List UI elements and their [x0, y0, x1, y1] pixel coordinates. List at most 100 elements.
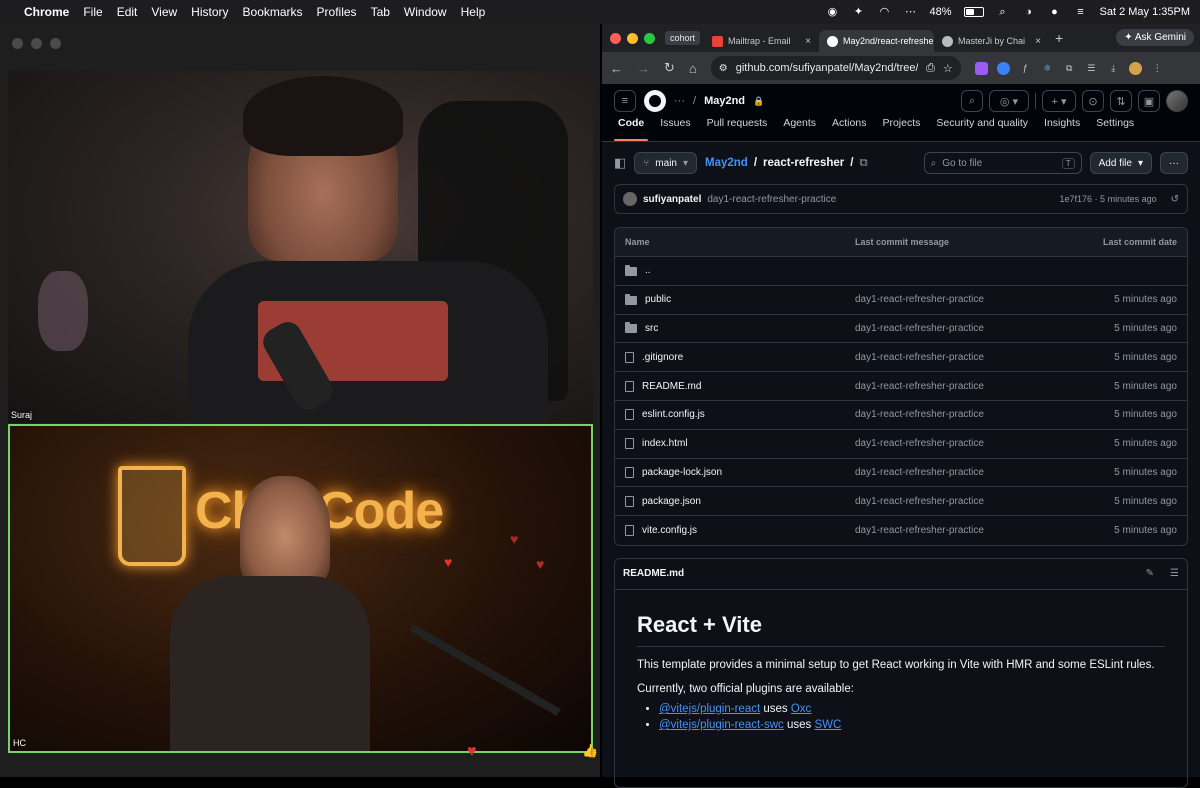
more-menu-icon[interactable]: ⋮: [1151, 62, 1164, 75]
avatar[interactable]: [623, 192, 637, 206]
file-name-link[interactable]: .gitignore: [642, 352, 683, 363]
minimize-window-button[interactable]: [627, 32, 638, 44]
file-name-link[interactable]: vite.config.js: [642, 525, 697, 536]
menu-chrome[interactable]: Chrome: [24, 5, 69, 19]
breadcrumb-overflow-icon[interactable]: ···: [674, 95, 685, 107]
sparkle-icon[interactable]: ✦: [851, 6, 865, 18]
file-commit-message[interactable]: day1-react-refresher-practice: [855, 409, 1067, 420]
tab-group-chip[interactable]: cohort: [665, 31, 701, 45]
menu-tab[interactable]: Tab: [371, 5, 390, 19]
control-center-icon[interactable]: ≡: [1074, 6, 1088, 18]
table-row[interactable]: public day1-react-refresher-practice 5 min…: [615, 286, 1187, 315]
table-row-parent-dir[interactable]: ..: [615, 257, 1187, 286]
close-tab-icon[interactable]: ×: [1035, 36, 1041, 47]
address-bar[interactable]: ⚙ github.com/sufiyanpatel/May2nd/tree/ma…: [710, 56, 961, 80]
install-app-icon[interactable]: ⎙: [926, 62, 935, 75]
forward-icon[interactable]: →: [637, 61, 650, 76]
github-logo-icon[interactable]: [644, 90, 666, 112]
new-tab-icon[interactable]: +: [1055, 30, 1063, 46]
commit-message[interactable]: day1-react-refresher-practice: [707, 194, 836, 205]
menu-edit[interactable]: Edit: [117, 5, 138, 19]
table-row[interactable]: eslint.config.js day1-react-refresher-pra…: [615, 401, 1187, 430]
url-text[interactable]: github.com/sufiyanpatel/May2nd/tree/main…: [736, 62, 918, 74]
reaction-heart-icon[interactable]: ♥: [467, 743, 477, 761]
table-row[interactable]: .gitignore day1-react-refresher-practice 5…: [615, 343, 1187, 373]
file-commit-message[interactable]: day1-react-refresher-practice: [855, 467, 1067, 478]
table-row[interactable]: package.json day1-react-refresher-practic…: [615, 487, 1187, 517]
reading-list-icon[interactable]: ☰: [1085, 62, 1098, 75]
reload-icon[interactable]: ↻: [664, 60, 675, 76]
close-window-button[interactable]: [610, 32, 621, 44]
thumbs-up-reaction-icon[interactable]: 👍: [582, 743, 598, 759]
menu-profiles[interactable]: Profiles: [317, 5, 357, 19]
table-row[interactable]: index.html day1-react-refresher-practice 5…: [615, 430, 1187, 459]
file-commit-message[interactable]: day1-react-refresher-practice: [855, 525, 1067, 536]
file-commit-message[interactable]: day1-react-refresher-practice: [855, 352, 1067, 363]
copilot-icon[interactable]: ◎ ▾: [989, 90, 1029, 112]
file-commit-message[interactable]: day1-react-refresher-practice: [855, 438, 1067, 449]
tab-code[interactable]: Code: [610, 117, 652, 141]
home-icon[interactable]: ⌂: [689, 61, 697, 76]
add-file-button[interactable]: Add file ▾: [1089, 152, 1152, 174]
menu-view[interactable]: View: [151, 5, 177, 19]
zoom-window-button[interactable]: [50, 38, 61, 49]
menu-help[interactable]: Help: [461, 5, 486, 19]
history-icon[interactable]: ↺: [1171, 194, 1179, 205]
menu-file[interactable]: File: [83, 5, 102, 19]
file-name-link[interactable]: package-lock.json: [642, 467, 722, 478]
extensions-puzzle-icon[interactable]: ⧉: [1063, 62, 1076, 75]
profile-avatar-icon[interactable]: [1128, 61, 1142, 75]
go-to-file-input[interactable]: ⌕ Go to file T: [923, 152, 1082, 174]
parent-dir-link[interactable]: ..: [645, 265, 651, 276]
tab-projects[interactable]: Projects: [874, 117, 928, 141]
file-name-link[interactable]: public: [645, 294, 671, 305]
path-repo-link[interactable]: May2nd: [705, 157, 748, 169]
table-row[interactable]: vite.config.js day1-react-refresher-pract…: [615, 516, 1187, 545]
file-name-link[interactable]: src: [645, 323, 658, 334]
participant-tile-suraj[interactable]: Suraj: [8, 71, 593, 423]
react-devtools-icon[interactable]: ⚛: [1041, 62, 1054, 75]
hamburger-menu-icon[interactable]: ≡: [614, 90, 636, 112]
tab-mailtrap[interactable]: Mailtrap - Email ×: [704, 30, 819, 52]
readme-filename[interactable]: README.md: [623, 568, 684, 579]
file-name-link[interactable]: index.html: [642, 438, 688, 449]
tab-agents[interactable]: Agents: [775, 117, 824, 141]
file-commit-message[interactable]: day1-react-refresher-practice: [855, 496, 1067, 507]
outline-list-icon[interactable]: ☰: [1170, 568, 1179, 579]
close-tab-icon[interactable]: ×: [805, 36, 811, 47]
readme-link[interactable]: @vitejs/plugin-react: [659, 703, 760, 715]
extension-blue-icon[interactable]: [996, 61, 1010, 75]
file-name-link[interactable]: package.json: [642, 496, 701, 507]
notifications-icon[interactable]: ▣: [1138, 90, 1160, 112]
repo-name-link[interactable]: May2nd: [704, 95, 745, 107]
spotlight-search-icon[interactable]: ⌕: [996, 6, 1010, 18]
file-commit-message[interactable]: day1-react-refresher-practice: [855, 381, 1067, 392]
file-name-link[interactable]: eslint.config.js: [642, 409, 705, 420]
tab-settings[interactable]: Settings: [1088, 117, 1142, 141]
siri-icon[interactable]: ●: [1048, 6, 1062, 18]
file-commit-message[interactable]: day1-react-refresher-practice: [855, 323, 1067, 334]
tab-issues[interactable]: Issues: [652, 117, 698, 141]
site-info-icon[interactable]: ⚙: [719, 63, 728, 74]
dots-status-icon[interactable]: ⋯: [903, 6, 917, 18]
extension-purple-icon[interactable]: [974, 61, 988, 75]
more-options-button[interactable]: ···: [1160, 152, 1188, 174]
search-icon[interactable]: ⌕: [961, 90, 983, 112]
tab-security[interactable]: Security and quality: [928, 117, 1036, 141]
zoom-status-icon[interactable]: ◉: [825, 6, 839, 18]
file-commit-message[interactable]: day1-react-refresher-practice: [855, 294, 1067, 305]
issues-icon[interactable]: ⊙: [1082, 90, 1104, 112]
table-row[interactable]: README.md day1-react-refresher-practice 5 …: [615, 372, 1187, 401]
minimize-window-button[interactable]: [31, 38, 42, 49]
menubar-clock[interactable]: Sat 2 May 1:35PM: [1100, 6, 1191, 18]
readme-link[interactable]: SWC: [814, 719, 841, 731]
branch-select-button[interactable]: ⑂ main ▾: [634, 152, 698, 174]
readme-link[interactable]: @vitejs/plugin-react-swc: [659, 719, 784, 731]
menu-bookmarks[interactable]: Bookmarks: [243, 5, 303, 19]
commit-meta[interactable]: 1e7f176 · 5 minutes ago: [1060, 194, 1157, 204]
edit-pencil-icon[interactable]: ✎: [1146, 568, 1154, 579]
menu-window[interactable]: Window: [404, 5, 447, 19]
table-row[interactable]: src day1-react-refresher-practice 5 minute…: [615, 315, 1187, 344]
zoom-window-button[interactable]: [644, 32, 655, 44]
avatar[interactable]: [1166, 90, 1188, 112]
